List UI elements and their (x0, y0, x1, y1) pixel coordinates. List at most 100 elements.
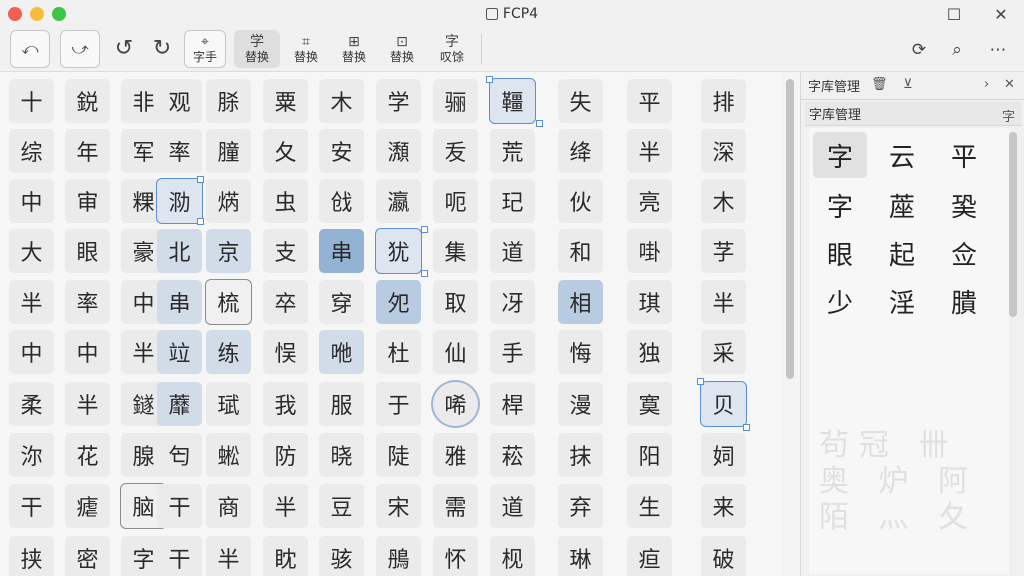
glyph-cell[interactable]: 采 (701, 330, 746, 374)
panel-scrollbar[interactable] (1008, 130, 1018, 570)
glyph-cell[interactable]: 大 (9, 229, 54, 273)
glyph-cell[interactable]: 虫 (263, 179, 308, 223)
glyph-cell[interactable]: 玘 (490, 179, 535, 223)
glyph-cell[interactable]: 伙 (558, 179, 603, 223)
glyph-cell[interactable]: 蜙 (206, 433, 251, 477)
glyph-cell[interactable]: 鴅 (376, 536, 421, 576)
glyph-cell[interactable]: 串 (157, 280, 202, 324)
glyph-cell[interactable]: 安 (319, 129, 364, 173)
glyph-cell[interactable]: 半 (627, 129, 672, 173)
glyph-cell[interactable]: 木 (319, 79, 364, 123)
glyph-cell[interactable]: 平 (627, 79, 672, 123)
glyph-cell[interactable]: 支 (263, 229, 308, 273)
resize-handle[interactable] (697, 378, 704, 385)
glyph-cell[interactable]: 沵 (9, 433, 54, 477)
glyph-cell[interactable]: 排 (701, 79, 746, 123)
glyph-cell[interactable]: 率 (65, 280, 110, 324)
glyph-cell[interactable]: 韁 (489, 78, 536, 124)
glyph-cell[interactable]: 半 (206, 536, 251, 576)
library-glyph[interactable]: 㠫 (937, 182, 991, 228)
collapse-icon[interactable]: › (984, 77, 989, 92)
redo-arrow-button[interactable]: ⤻ (60, 30, 100, 68)
resize-handle[interactable] (197, 176, 204, 183)
panel-scrollbar-thumb[interactable] (1009, 132, 1017, 317)
glyph-cell[interactable]: 审 (65, 179, 110, 223)
glyph-cell[interactable]: 焫 (206, 179, 251, 223)
glyph-cell[interactable]: 北 (157, 229, 202, 273)
glyph-cell[interactable]: 梳 (205, 279, 252, 325)
grid-scrollbar[interactable] (784, 75, 796, 575)
glyph-cell[interactable]: 率 (157, 129, 202, 173)
glyph-cell[interactable]: 叐 (433, 129, 478, 173)
resize-handle[interactable] (536, 120, 543, 127)
glyph-cell[interactable]: 宋 (376, 484, 421, 528)
glyph-cell[interactable]: 弃 (558, 484, 603, 528)
library-glyph[interactable]: 淫 (875, 278, 929, 324)
glyph-cell[interactable]: 泐 (156, 178, 203, 224)
library-glyph[interactable]: 膭 (937, 278, 991, 324)
glyph-cell[interactable]: 骊 (433, 79, 478, 123)
glyph-cell[interactable]: 商 (206, 484, 251, 528)
panel-close-icon[interactable]: ✕ (1004, 77, 1015, 92)
glyph-cell[interactable]: 道 (490, 229, 535, 273)
glyph-cell[interactable]: 漫 (558, 382, 603, 426)
glyph-cell[interactable]: 京 (206, 229, 251, 273)
glyph-cell[interactable]: 木 (701, 179, 746, 223)
glyph-cell[interactable]: 桿 (490, 382, 535, 426)
glyph-cell[interactable]: 中 (9, 179, 54, 223)
glyph-cell[interactable]: 匄 (157, 433, 202, 477)
glyph-cell[interactable]: 抹 (558, 433, 603, 477)
glyph-cell[interactable]: 防 (263, 433, 308, 477)
glyph-cell[interactable]: 疸 (627, 536, 672, 576)
library-glyph[interactable]: 字 (813, 182, 867, 228)
glyph-cell[interactable]: 戗 (319, 179, 364, 223)
glyph-cell[interactable]: 和 (558, 229, 603, 273)
glyph-cell[interactable]: 柔 (9, 382, 54, 426)
glyph-cell[interactable]: 冴 (490, 280, 535, 324)
glyph-cell[interactable]: 陡 (376, 433, 421, 477)
glyph-cell[interactable]: 阳 (627, 433, 672, 477)
glyph-cell[interactable]: 骇 (319, 536, 364, 576)
char-practice-button[interactable]: 字 叹馀 (430, 30, 474, 68)
glyph-cell[interactable]: 手 (490, 330, 535, 374)
glyph-cell[interactable]: 唏 (431, 380, 480, 428)
glyph-cell[interactable]: 我 (263, 382, 308, 426)
glyph-cell[interactable]: 犹 (375, 228, 422, 274)
glyph-cell[interactable]: 于 (376, 382, 421, 426)
glyph-cell[interactable]: 㚸 (701, 433, 746, 477)
library-glyph[interactable]: 佥 (937, 230, 991, 276)
glyph-cell[interactable]: 半 (9, 280, 54, 324)
library-glyph[interactable]: 少 (813, 278, 867, 324)
glyph-cell[interactable]: 杜 (376, 330, 421, 374)
glyph-cell[interactable]: 道 (490, 484, 535, 528)
refresh-icon[interactable]: ⟳ (907, 38, 931, 62)
library-glyph[interactable]: 蓙 (875, 182, 929, 228)
glyph-cell[interactable]: 粟 (263, 79, 308, 123)
glyph-cell[interactable]: 集 (433, 229, 478, 273)
glyph-cell[interactable]: 脎 (206, 79, 251, 123)
glyph-cell[interactable]: 年 (65, 129, 110, 173)
resize-handle[interactable] (486, 76, 493, 83)
more-icon[interactable]: ⋯ (986, 38, 1010, 62)
glyph-cell[interactable]: 半 (65, 382, 110, 426)
glyph-cell[interactable]: 悮 (263, 330, 308, 374)
glyph-cell[interactable]: 绛 (558, 129, 603, 173)
rotate-left-button[interactable]: ↺ (108, 30, 140, 68)
glyph-cell[interactable]: 荒 (490, 129, 535, 173)
glyph-cell[interactable]: 怀 (433, 536, 478, 576)
panel-glyph-icon[interactable]: 字 (1002, 106, 1015, 125)
glyph-cell[interactable]: 穿 (319, 280, 364, 324)
glyph-cell[interactable]: 花 (65, 433, 110, 477)
glyph-cell[interactable]: 干 (9, 484, 54, 528)
glyph-cell[interactable]: 竝 (157, 330, 202, 374)
glyph-cell[interactable]: 来 (701, 484, 746, 528)
resize-handle[interactable] (421, 226, 428, 233)
glyph-cell[interactable]: 贝 (700, 381, 747, 427)
replace-button-1[interactable]: 学 替换 (234, 30, 280, 68)
glyph-cell[interactable]: 挟 (9, 536, 54, 576)
glyph-cell[interactable]: 服 (319, 382, 364, 426)
panel-tab-label[interactable]: 字库管理 (808, 76, 860, 95)
glyph-cell[interactable]: 豆 (319, 484, 364, 528)
close-window-button[interactable] (8, 7, 22, 21)
glyph-cell[interactable]: 瀛 (376, 179, 421, 223)
